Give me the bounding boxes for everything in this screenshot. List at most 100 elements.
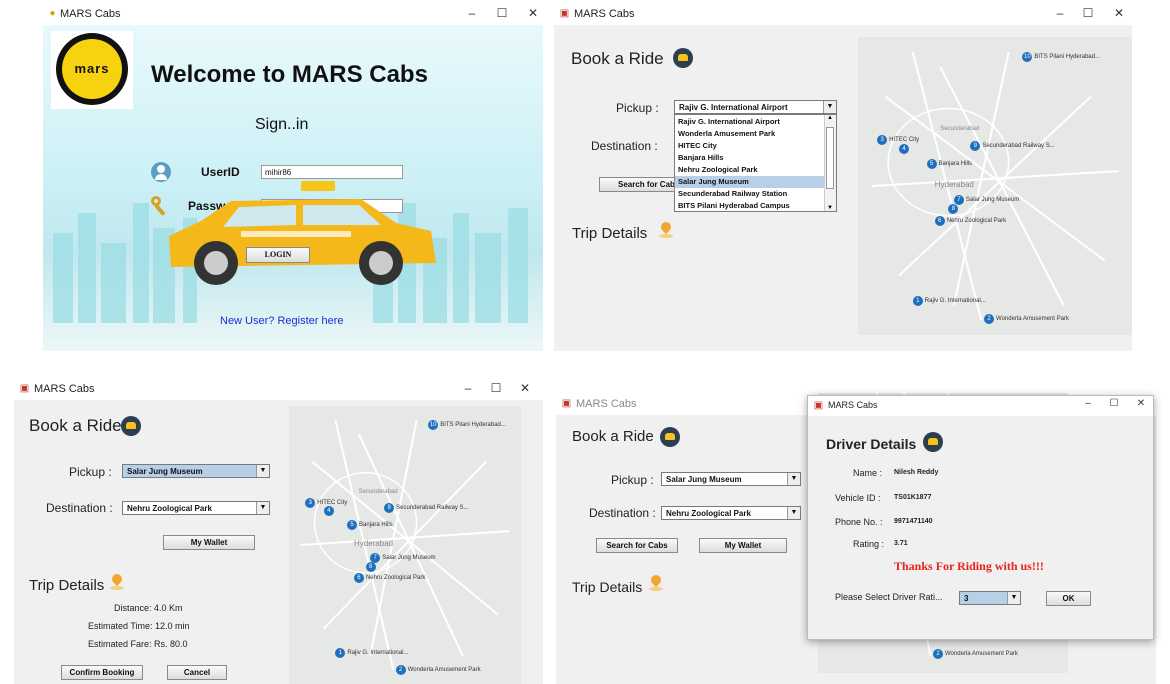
- confirm-booking-button[interactable]: Confirm Booking: [61, 665, 143, 680]
- userid-input[interactable]: mihir86: [261, 165, 403, 179]
- map-marker[interactable]: 1Rajiv G. International...: [912, 296, 986, 307]
- vehicle-id-label: Vehicle ID :: [835, 493, 881, 503]
- rating-select-value: 3: [964, 594, 969, 603]
- destination-select[interactable]: Nehru Zoological Park ▼: [122, 501, 270, 515]
- map-marker-label: Rajiv G. International...: [347, 649, 409, 656]
- maximize-button[interactable]: ☐: [486, 381, 506, 395]
- chevron-down-icon[interactable]: ▼: [787, 507, 800, 519]
- pickup-label: Pickup :: [611, 473, 654, 487]
- map-marker-label: BITS Pilani Hyderabad...: [1034, 53, 1101, 60]
- book-heading: Book a Ride: [29, 416, 122, 435]
- dropdown-option[interactable]: Banjara Hills: [675, 152, 825, 164]
- phone-value: 9971471140: [894, 518, 933, 525]
- name-label: Name :: [853, 468, 883, 478]
- name-value: Nilesh Reddy: [894, 469, 939, 476]
- chevron-down-icon[interactable]: ▼: [256, 465, 269, 477]
- trip-details-heading: Trip Details: [572, 579, 643, 595]
- cancel-button[interactable]: Cancel: [167, 665, 227, 680]
- map-marker[interactable]: 5Banjara Hills: [347, 519, 393, 530]
- pickup-label: Pickup :: [616, 101, 659, 115]
- my-wallet-button[interactable]: My Wallet: [163, 535, 255, 550]
- dropdown-option[interactable]: BITS Pilani Hyderabad Campus: [675, 200, 825, 212]
- map-marker[interactable]: 6Nehru Zoological Park: [353, 572, 425, 583]
- driver-titlebar: ▣ MARS Cabs – ☐ ✕: [808, 396, 1153, 416]
- map-marker[interactable]: 10 BITS Pilani Hyderabad...: [428, 419, 506, 430]
- map-marker[interactable]: 7Salar Jung Museum: [370, 553, 436, 564]
- minimize-button[interactable]: –: [1050, 6, 1070, 20]
- ok-button[interactable]: OK: [1046, 591, 1091, 606]
- trip-window: ▣ MARS Cabs – ☐ ✕ Book a Ride Pickup : S…: [14, 378, 543, 684]
- pickup-dropdown-list[interactable]: Rajiv G. International Airport Wonderla A…: [674, 114, 837, 212]
- minimize-button[interactable]: –: [462, 6, 482, 20]
- map-marker-number: 9: [384, 503, 395, 514]
- map-marker[interactable]: 1Rajiv G. International...: [335, 647, 409, 658]
- trip-titlebar: ▣ MARS Cabs – ☐ ✕: [14, 378, 543, 400]
- dropdown-option[interactable]: Nehru Zoological Park: [675, 164, 825, 176]
- map-marker[interactable]: 2 Wonderla Amusement Park: [933, 649, 1018, 660]
- dropdown-option[interactable]: Rajiv G. International Airport: [675, 116, 825, 128]
- cab-icon: [660, 427, 680, 447]
- my-wallet-button[interactable]: My Wallet: [699, 538, 787, 553]
- map-marker[interactable]: 10 BITS Pilani Hyderabad...: [1022, 51, 1101, 62]
- map-marker[interactable]: 9Secunderabad Railway S...: [384, 503, 469, 514]
- maximize-button[interactable]: ☐: [1104, 398, 1124, 409]
- dropdown-options: Rajiv G. International Airport Wonderla A…: [675, 116, 825, 212]
- distance-text: Distance: 4.0 Km: [114, 603, 183, 613]
- search-cabs-button[interactable]: Search for Cabs: [596, 538, 678, 553]
- window-title: MARS Cabs: [576, 398, 637, 410]
- dropdown-option[interactable]: Salar Jung Museum: [675, 176, 825, 188]
- pickup-select[interactable]: Salar Jung Museum ▼: [661, 472, 801, 486]
- search-cabs-button[interactable]: Search for Cabs: [599, 177, 675, 192]
- city-map: Secunderabad Hyderabad 10BITS Pilani Hyder…: [289, 406, 521, 684]
- dropdown-scrollbar[interactable]: ▲ ▼: [824, 115, 836, 211]
- pickup-select[interactable]: Salar Jung Museum ▼: [122, 464, 270, 478]
- window-title: MARS Cabs: [828, 400, 878, 410]
- maximize-button[interactable]: ☐: [1078, 6, 1098, 20]
- minimize-button[interactable]: –: [458, 381, 478, 395]
- close-button[interactable]: ✕: [1131, 398, 1151, 409]
- pickup-value: Salar Jung Museum: [127, 467, 203, 476]
- map-marker-label: Wonderla Amusement Park: [996, 316, 1069, 323]
- map-marker[interactable]: 4: [899, 144, 911, 155]
- map-marker[interactable]: 4: [323, 506, 336, 517]
- rating-select[interactable]: 3 ▼: [959, 591, 1021, 605]
- destination-select[interactable]: Nehru Zoological Park ▼: [661, 506, 801, 520]
- maximize-button[interactable]: ☐: [492, 6, 512, 20]
- map-marker-number: 4: [323, 506, 334, 517]
- dropdown-option[interactable]: Wonderla Amusement Park: [675, 128, 825, 140]
- app-icon: ▣: [813, 400, 824, 411]
- driver-heading: Driver Details: [826, 436, 917, 452]
- chevron-down-icon[interactable]: ▼: [256, 502, 269, 514]
- chevron-down-icon[interactable]: ▼: [787, 473, 800, 485]
- map-marker[interactable]: 9Secunderabad Railway S...: [970, 141, 1055, 152]
- map-marker-label: Secunderabad Railway S...: [396, 505, 469, 512]
- map-marker[interactable]: 6Nehru Zoological Park: [934, 215, 1006, 226]
- cab-icon: [923, 432, 943, 452]
- chevron-down-icon[interactable]: ▼: [823, 101, 836, 113]
- map-marker-label: Wonderla Amusement Park: [945, 651, 1018, 658]
- close-button[interactable]: ✕: [523, 6, 543, 20]
- map-marker[interactable]: 7Salar Jung Museum: [953, 194, 1019, 205]
- map-marker-number: 10: [428, 419, 439, 430]
- close-button[interactable]: ✕: [515, 381, 535, 395]
- close-button[interactable]: ✕: [1109, 6, 1129, 20]
- minimize-button[interactable]: –: [1078, 398, 1098, 409]
- login-window: ● MARS Cabs – ☐ ✕ mars Welcome to MARS C…: [43, 3, 543, 351]
- map-marker[interactable]: 8: [365, 561, 378, 572]
- destination-label: Destination :: [589, 506, 656, 520]
- rating-label: Rating :: [853, 539, 885, 549]
- map-marker[interactable]: 5Banjara Hills: [926, 159, 972, 170]
- pickup-select[interactable]: Rajiv G. International Airport ▼: [674, 100, 837, 114]
- map-marker[interactable]: 2 Wonderla Amusement Park: [984, 314, 1069, 325]
- estimated-fare-text: Estimated Fare: Rs. 80.0: [88, 639, 188, 649]
- map-marker-label: HITEC City: [317, 499, 348, 506]
- register-link[interactable]: New User? Register here: [220, 315, 344, 327]
- map-marker[interactable]: 8: [948, 203, 960, 214]
- dropdown-option[interactable]: HITEC City: [675, 140, 825, 152]
- login-button[interactable]: LOGIN: [246, 247, 310, 263]
- pickup-value: Rajiv G. International Airport: [679, 103, 788, 112]
- dropdown-option[interactable]: Secunderabad Railway Station: [675, 188, 825, 200]
- map-marker[interactable]: 2 Wonderla Amusement Park: [395, 664, 481, 675]
- chevron-down-icon[interactable]: ▼: [1007, 592, 1020, 604]
- map-marker-label: HITEC City: [889, 137, 920, 144]
